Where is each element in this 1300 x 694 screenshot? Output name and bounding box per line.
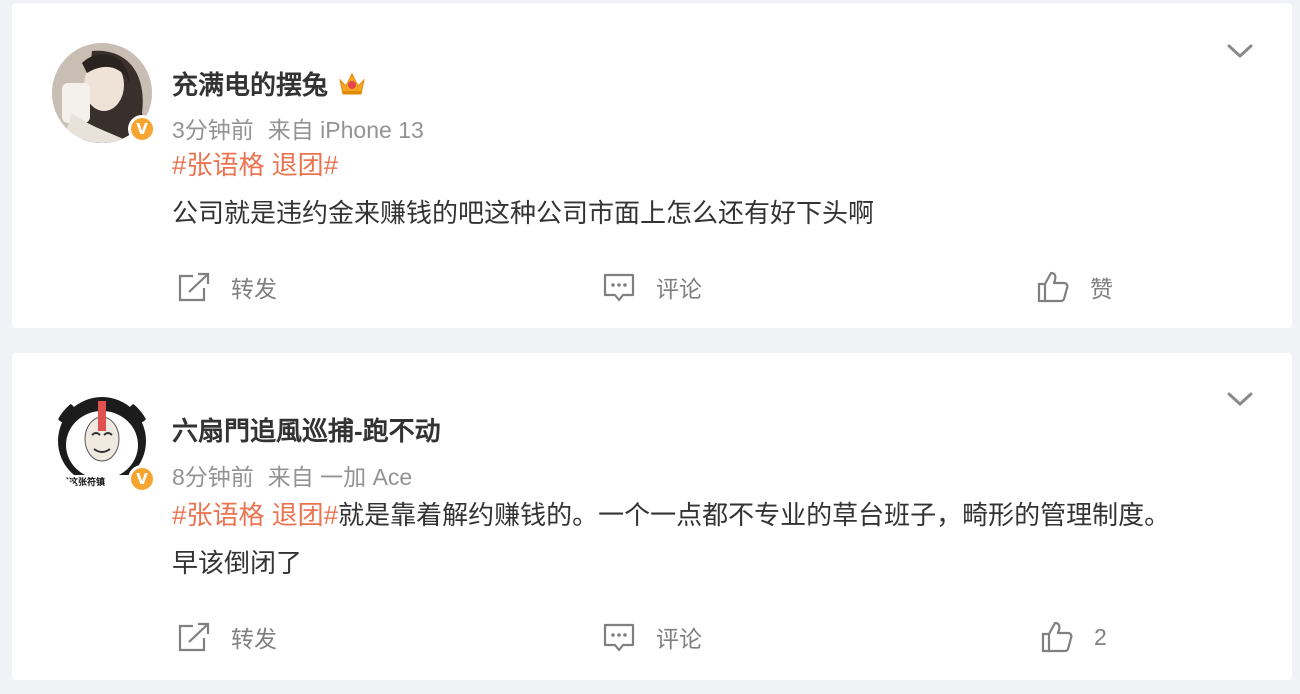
- post-time[interactable]: 3分钟前: [172, 117, 254, 143]
- repost-label: 转发: [231, 276, 277, 302]
- username[interactable]: 充满电的摆兔: [172, 65, 328, 102]
- repost-button[interactable]: 转发: [177, 620, 277, 654]
- verified-badge: V: [128, 115, 156, 143]
- post-body: 公司就是违约金来赚钱的吧这种公司市面上怎么还有好下头啊: [172, 198, 875, 228]
- avatar-caption: 用这张符镇: [60, 477, 106, 487]
- comment-button[interactable]: 评论: [602, 620, 702, 654]
- post-text: #张语格 退团# 公司就是违约金来赚钱的吧这种公司市面上怎么还有好下头啊: [172, 141, 1252, 237]
- post-actions: 转发 评论 2: [12, 620, 1292, 660]
- comment-label: 评论: [656, 276, 702, 302]
- comment-button[interactable]: 评论: [602, 270, 702, 304]
- like-button[interactable]: 2: [1040, 620, 1107, 654]
- username-row: 充满电的摆兔: [172, 65, 366, 102]
- comment-icon: [603, 273, 635, 302]
- topic-tag[interactable]: #张语格 退团#: [172, 150, 338, 180]
- repost-label: 转发: [231, 626, 277, 652]
- post-text: #张语格 退团#就是靠着解约赚钱的。一个一点都不专业的草台班子，畸形的管理制度。…: [172, 491, 1252, 587]
- like-icon: [1037, 271, 1069, 303]
- repost-button[interactable]: 转发: [177, 270, 277, 304]
- like-count: 2: [1094, 623, 1107, 650]
- avatar[interactable]: V: [52, 43, 156, 143]
- dropdown-chevron-icon[interactable]: [1226, 389, 1254, 409]
- like-icon: [1041, 621, 1073, 653]
- post-meta: 3分钟前 来自 iPhone 13: [172, 111, 424, 145]
- comment-label: 评论: [656, 626, 702, 652]
- post-card: 用这张符镇 V 六扇門追風巡捕-跑不动 8分钟前 来自 一加 Ace #张语格 退…: [12, 353, 1292, 680]
- post-body-line2: 早该倒闭了: [172, 548, 303, 578]
- post-meta: 8分钟前 来自 一加 Ace: [172, 458, 412, 492]
- username-row: 六扇門追風巡捕-跑不动: [172, 411, 441, 448]
- dropdown-chevron-icon[interactable]: [1226, 41, 1254, 61]
- post-time[interactable]: 8分钟前: [172, 464, 254, 490]
- topic-tag[interactable]: #张语格 退团#: [172, 500, 338, 530]
- repost-icon: [178, 622, 210, 652]
- post-body-line1: 就是靠着解约赚钱的。一个一点都不专业的草台班子，畸形的管理制度。: [338, 500, 1171, 530]
- like-count: 赞: [1090, 276, 1113, 302]
- comment-icon: [603, 623, 635, 652]
- username[interactable]: 六扇門追風巡捕-跑不动: [172, 411, 441, 448]
- verified-badge: V: [128, 465, 156, 493]
- post-source: 来自 一加 Ace: [267, 464, 413, 490]
- like-button[interactable]: 赞: [1036, 270, 1113, 304]
- post-card: V 充满电的摆兔 3分钟前 来自 iPhone 13 #张语格 退团# 公司就是违…: [12, 3, 1292, 328]
- repost-icon: [178, 272, 210, 302]
- post-actions: 转发 评论 赞: [12, 270, 1292, 310]
- post-source: 来自 iPhone 13: [267, 117, 424, 143]
- avatar[interactable]: 用这张符镇 V: [52, 393, 156, 493]
- crown-icon: [339, 72, 365, 94]
